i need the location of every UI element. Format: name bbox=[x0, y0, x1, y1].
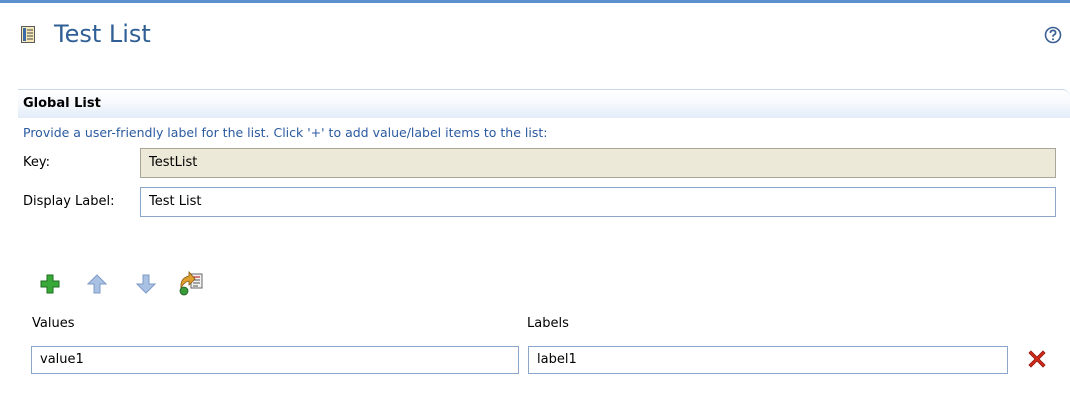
move-up-icon[interactable] bbox=[87, 273, 107, 295]
section-description: Provide a user-friendly label for the li… bbox=[23, 125, 548, 140]
key-label: Key: bbox=[23, 155, 51, 170]
move-down-icon[interactable] bbox=[136, 273, 156, 295]
display-label-label: Display Label: bbox=[23, 194, 115, 209]
import-icon[interactable] bbox=[178, 270, 206, 296]
page-title: Test List bbox=[54, 20, 151, 48]
value-input[interactable]: value1 bbox=[31, 346, 519, 374]
add-icon[interactable] bbox=[40, 273, 60, 295]
display-label-field[interactable]: Test List bbox=[140, 187, 1056, 217]
values-column-header: Values bbox=[32, 316, 75, 331]
page-header: Test List bbox=[0, 3, 1070, 63]
delete-icon[interactable] bbox=[1027, 349, 1047, 369]
key-field: TestList bbox=[140, 148, 1056, 178]
help-icon[interactable] bbox=[1044, 26, 1062, 44]
section-header-bar bbox=[18, 89, 1070, 118]
section-title: Global List bbox=[23, 96, 101, 111]
label-input[interactable]: label1 bbox=[528, 346, 1008, 374]
document-icon bbox=[21, 26, 35, 43]
labels-column-header: Labels bbox=[527, 316, 569, 331]
